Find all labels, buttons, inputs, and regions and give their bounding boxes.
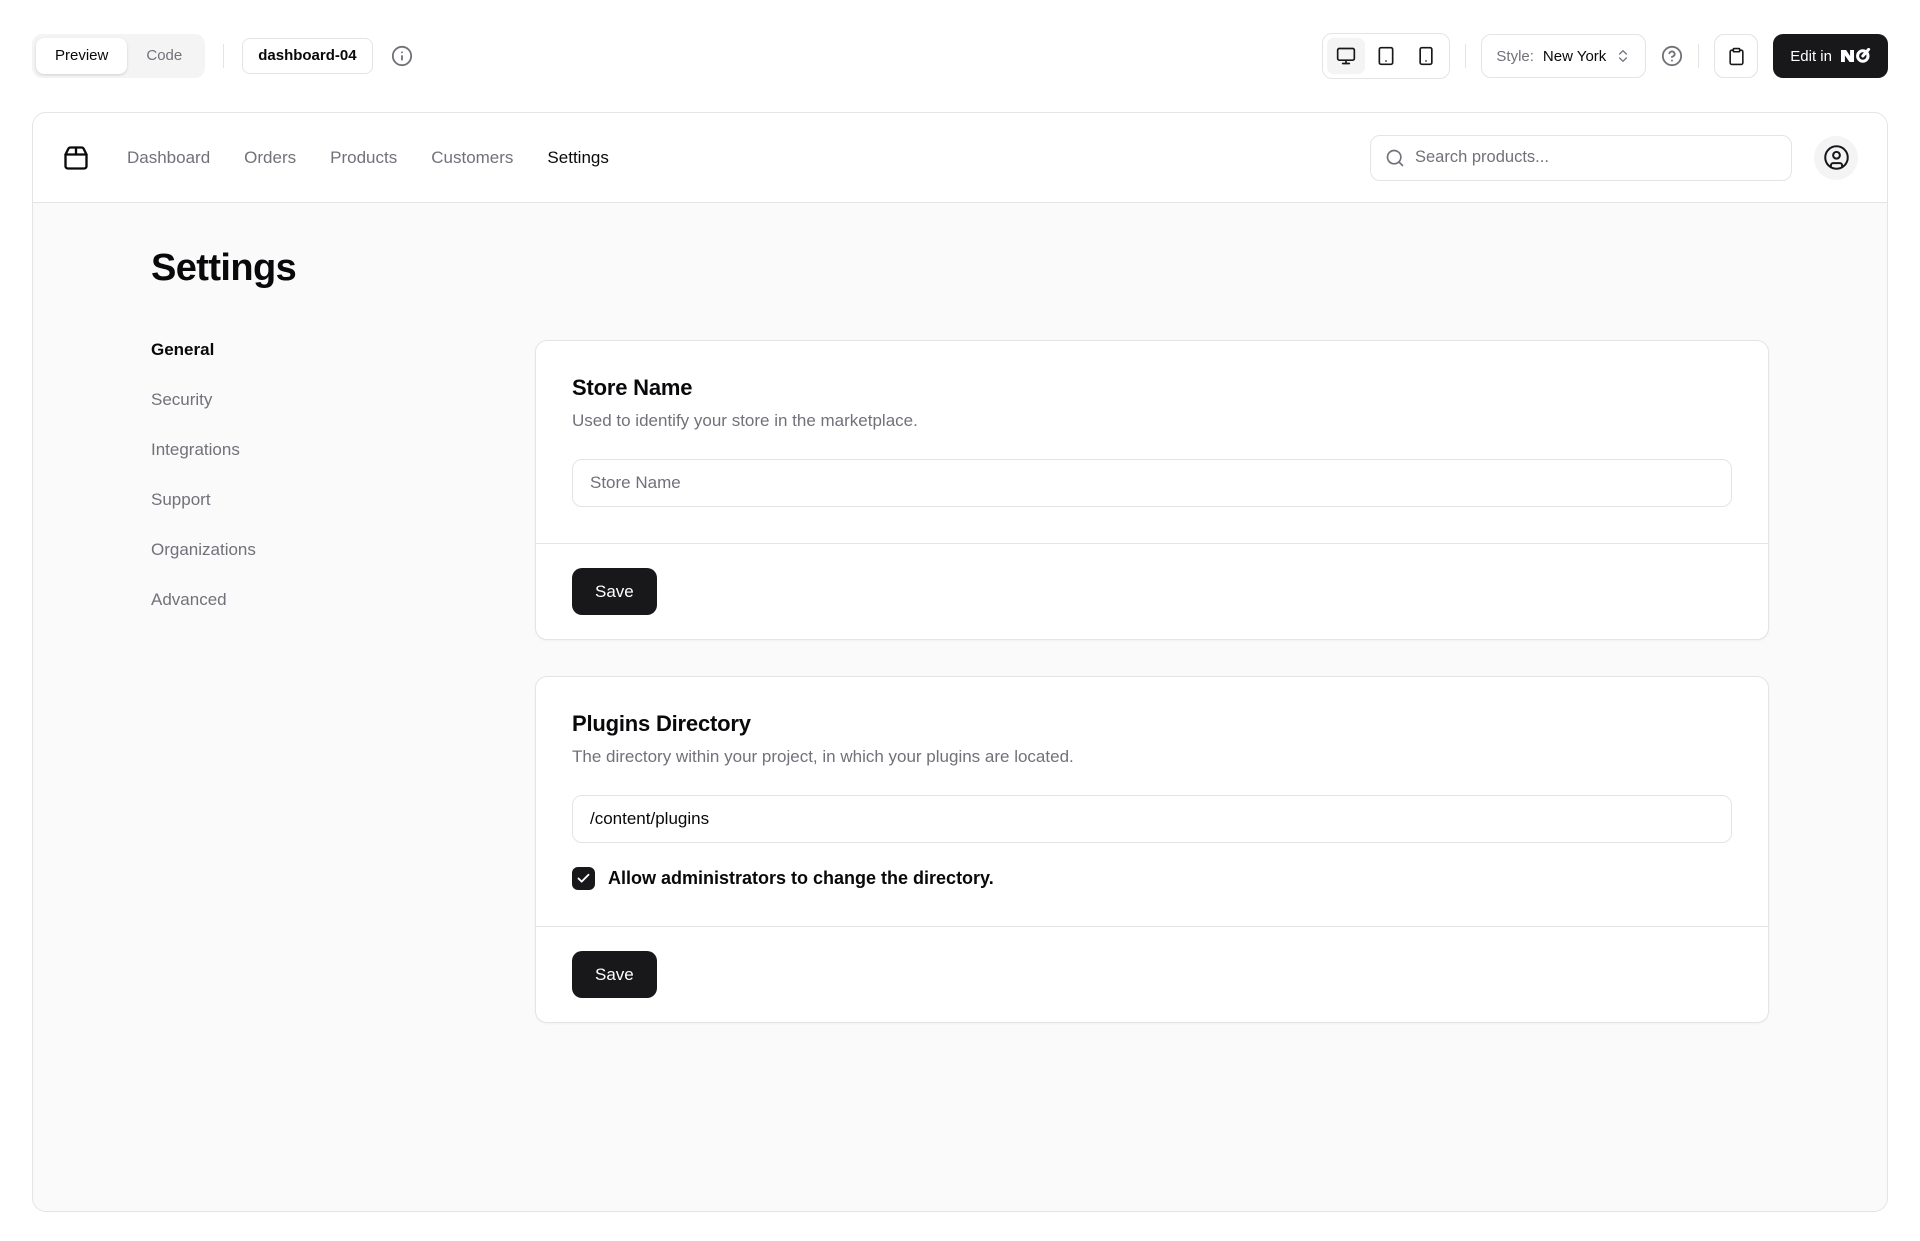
divider: [1698, 44, 1700, 68]
card-description: Used to identify your store in the marke…: [572, 411, 918, 430]
allow-admins-checkbox-label[interactable]: Allow administrators to change the direc…: [608, 868, 994, 889]
sidebar-item-support[interactable]: Support: [151, 490, 491, 509]
nav-item-orders[interactable]: Orders: [244, 148, 296, 168]
store-logo-icon[interactable]: [62, 144, 90, 172]
tab-code[interactable]: Code: [127, 38, 201, 74]
tablet-icon: [1376, 46, 1396, 66]
plugins-directory-input[interactable]: [572, 795, 1732, 843]
user-circle-icon: [1823, 144, 1850, 171]
app-nav: Dashboard Orders Products Customers Sett…: [127, 148, 609, 168]
settings-layout: General Security Integrations Support Or…: [151, 340, 1769, 1023]
toolbar-right: Style: New York Edit in: [1322, 33, 1888, 79]
search-input[interactable]: [1415, 148, 1777, 167]
edit-in-v0-label: Edit in: [1790, 47, 1832, 65]
sidebar-item-organizations[interactable]: Organizations: [151, 540, 491, 559]
help-icon[interactable]: [1661, 45, 1683, 67]
check-icon: [576, 871, 591, 886]
clipboard-icon: [1727, 47, 1746, 66]
tablet-view-button[interactable]: [1367, 38, 1405, 74]
style-select-label: Style:: [1496, 47, 1534, 65]
search-box: [1370, 134, 1792, 181]
store-name-card: Store Name Used to identify your store i…: [535, 340, 1769, 640]
desktop-view-button[interactable]: [1327, 38, 1366, 74]
info-icon[interactable]: [391, 45, 413, 67]
store-name-card-body: Store Name Used to identify your store i…: [536, 341, 1768, 543]
view-toggle-group: Preview Code: [32, 34, 206, 78]
style-select-value: New York: [1542, 47, 1607, 65]
device-toggle-group: [1322, 33, 1451, 79]
settings-sidebar: General Security Integrations Support Or…: [151, 340, 491, 609]
chevrons-up-down-icon: [1615, 48, 1631, 64]
block-name-badge: dashboard-04: [242, 38, 373, 74]
plugins-directory-card: Plugins Directory The directory within y…: [535, 676, 1769, 1023]
sidebar-item-security[interactable]: Security: [151, 390, 491, 409]
edit-in-v0-button[interactable]: Edit in: [1773, 34, 1888, 78]
preview-frame: Dashboard Orders Products Customers Sett…: [32, 112, 1888, 1212]
card-description: The directory within your project, in wh…: [572, 747, 1074, 766]
settings-cards: Store Name Used to identify your store i…: [535, 340, 1769, 1023]
style-select[interactable]: Style: New York: [1481, 34, 1647, 78]
copy-code-button[interactable]: [1714, 34, 1759, 78]
nav-item-settings[interactable]: Settings: [547, 148, 608, 168]
nav-item-customers[interactable]: Customers: [431, 148, 513, 168]
search-icon: [1385, 148, 1405, 168]
divider: [1465, 44, 1467, 68]
block-preview-toolbar: Preview Code dashboard-04 Style: New Yor…: [0, 0, 1920, 112]
user-menu-button[interactable]: [1814, 135, 1858, 180]
nav-item-dashboard[interactable]: Dashboard: [127, 148, 210, 168]
tab-preview[interactable]: Preview: [36, 38, 128, 74]
save-button[interactable]: Save: [572, 951, 657, 998]
page-title: Settings: [151, 247, 297, 289]
allow-admins-row: Allow administrators to change the direc…: [572, 867, 1732, 890]
v0-logo-icon: [1841, 48, 1871, 64]
mobile-view-button[interactable]: [1407, 38, 1445, 74]
nav-item-products[interactable]: Products: [330, 148, 397, 168]
plugins-directory-card-body: Plugins Directory The directory within y…: [536, 677, 1768, 926]
smartphone-icon: [1416, 46, 1436, 66]
card-footer: Save: [536, 926, 1768, 1022]
card-title: Plugins Directory: [572, 711, 751, 736]
divider: [223, 44, 225, 68]
allow-admins-checkbox[interactable]: [572, 867, 595, 890]
settings-page: Settings General Security Integrations S…: [33, 203, 1887, 1023]
monitor-icon: [1336, 46, 1356, 66]
sidebar-item-integrations[interactable]: Integrations: [151, 440, 491, 459]
save-button[interactable]: Save: [572, 568, 657, 615]
sidebar-item-general[interactable]: General: [151, 340, 491, 359]
card-title: Store Name: [572, 375, 693, 400]
sidebar-item-advanced[interactable]: Advanced: [151, 590, 491, 609]
store-name-input[interactable]: [572, 459, 1732, 507]
card-footer: Save: [536, 543, 1768, 639]
app-header: Dashboard Orders Products Customers Sett…: [33, 113, 1887, 203]
toolbar-left: Preview Code dashboard-04: [32, 34, 413, 78]
